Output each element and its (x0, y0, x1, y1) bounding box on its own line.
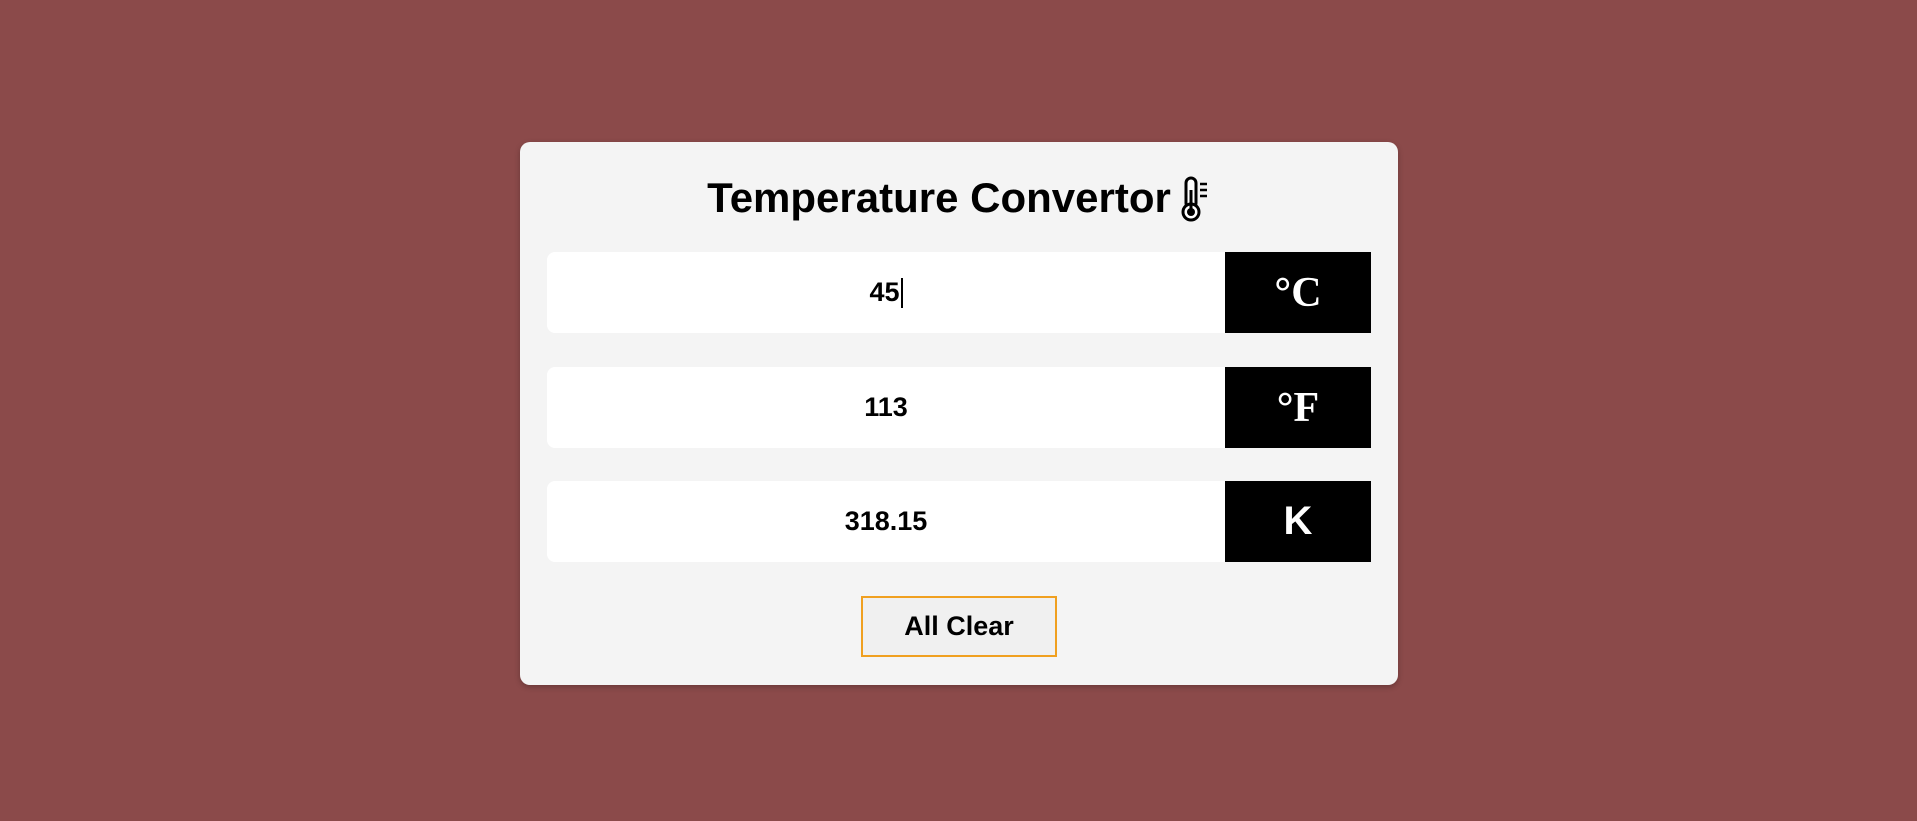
fahrenheit-row: 113 °F (547, 367, 1371, 448)
kelvin-unit-label: K (1225, 481, 1371, 562)
celsius-input[interactable]: 45 (547, 252, 1225, 333)
celsius-unit-label: °C (1225, 252, 1371, 333)
kelvin-value: 318.15 (844, 506, 928, 536)
fahrenheit-input[interactable]: 113 (547, 367, 1225, 448)
text-caret (900, 277, 903, 308)
all-clear-button[interactable]: All Clear (861, 596, 1057, 657)
fahrenheit-unit-label: °F (1225, 367, 1371, 448)
page-title-container: Temperature Convertor (520, 168, 1398, 228)
page-title: Temperature Convertor (707, 174, 1171, 221)
celsius-row: 45 °C (547, 252, 1371, 333)
converter-card: Temperature Convertor 45 °C 113 °F 318.1… (520, 142, 1398, 685)
kelvin-row: 318.15 K (547, 481, 1371, 562)
kelvin-input[interactable]: 318.15 (547, 481, 1225, 562)
celsius-value: 45 (869, 277, 900, 307)
thermometer-icon (1181, 176, 1211, 222)
fahrenheit-value: 113 (864, 392, 908, 422)
